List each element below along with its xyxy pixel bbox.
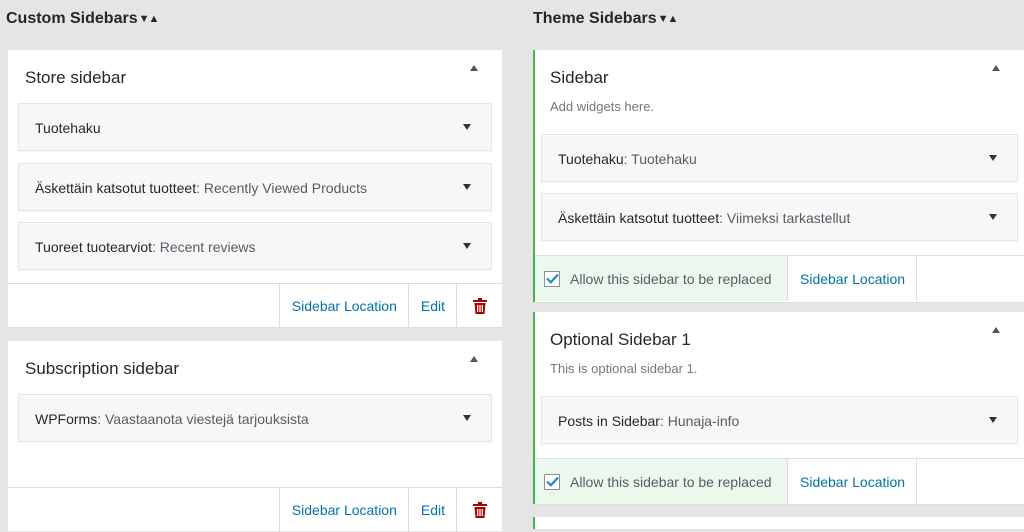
widget-name: Äskettäin katsotut tuotteet xyxy=(558,210,720,226)
allow-replace-option[interactable]: Allow this sidebar to be replaced xyxy=(535,256,788,301)
sidebar-panel-subscription: Subscription sidebar WPForms: Vaastaanot… xyxy=(8,341,502,532)
widget-toggle-arrow-icon[interactable] xyxy=(463,415,471,421)
trash-icon xyxy=(472,298,487,314)
allow-replace-option[interactable]: Allow this sidebar to be replaced xyxy=(535,459,788,504)
theme-sidebars-title: Theme Sidebars xyxy=(533,10,657,27)
widget-title: : Hunaja-info xyxy=(659,413,740,429)
sidebar-description: Add widgets here. xyxy=(550,99,655,114)
allow-replace-checkbox[interactable] xyxy=(544,270,560,287)
edit-link[interactable]: Edit xyxy=(407,284,456,328)
widget-name: Tuotehaku xyxy=(35,120,101,136)
sidebar-location-link[interactable]: Sidebar Location xyxy=(788,256,918,301)
edit-link[interactable]: Edit xyxy=(407,488,456,532)
widget-item[interactable]: Tuoreet tuotearviot: Recent reviews xyxy=(18,222,492,270)
widget-toggle-arrow-icon[interactable] xyxy=(463,243,471,249)
custom-sidebars-header[interactable]: Custom Sidebars ▼▲ xyxy=(6,0,502,38)
widget-title: : Tuotehaku xyxy=(623,151,697,167)
widget-name: Tuoreet tuotearviot xyxy=(35,239,152,255)
sidebar-panel-header[interactable]: Sidebar xyxy=(535,50,1024,102)
sidebar-title: Optional Sidebar 1 xyxy=(550,330,691,349)
widget-toggle-arrow-icon[interactable] xyxy=(989,155,997,161)
widget-toggle-arrow-icon[interactable] xyxy=(989,417,997,423)
custom-sidebars-column: Custom Sidebars ▼▲ Store sidebar Tuoteha… xyxy=(6,0,502,532)
sidebar-panel-header[interactable]: Optional Sidebar 1 xyxy=(535,312,1024,364)
sidebar-panel-footer: Sidebar Location Edit xyxy=(8,283,502,328)
delete-sidebar-button[interactable] xyxy=(456,284,502,328)
sidebar-title: Subscription sidebar xyxy=(25,359,180,378)
collapse-arrow-icon[interactable] xyxy=(470,65,478,71)
sidebar-panel-header[interactable]: Subscription sidebar xyxy=(8,341,502,393)
sidebar-description: This is optional sidebar 1. xyxy=(550,361,698,376)
widget-name: WPForms xyxy=(35,411,98,427)
widget-title: : Vaastaanota viestejä tarjouksista xyxy=(97,411,309,427)
sort-arrows-icon[interactable]: ▼▲ xyxy=(658,13,679,25)
widget-toggle-arrow-icon[interactable] xyxy=(463,124,471,130)
collapse-arrow-icon[interactable] xyxy=(992,327,1000,333)
theme-sidebar-panel-next xyxy=(533,517,1024,529)
theme-sidebar-footer: Allow this sidebar to be replaced Sideba… xyxy=(535,458,1024,504)
sidebar-location-link[interactable]: Sidebar Location xyxy=(278,488,408,532)
theme-sidebar-panel-sidebar: Sidebar Add widgets here. Tuotehaku: Tuo… xyxy=(533,50,1024,302)
theme-sidebars-header[interactable]: Theme Sidebars ▼▲ xyxy=(533,0,1024,38)
widget-item[interactable]: Posts in Sidebar: Hunaja-info xyxy=(541,396,1018,444)
allow-replace-label: Allow this sidebar to be replaced xyxy=(570,473,772,490)
widget-toggle-arrow-icon[interactable] xyxy=(989,214,997,220)
sidebar-location-link[interactable]: Sidebar Location xyxy=(788,459,918,504)
collapse-arrow-icon[interactable] xyxy=(992,65,1000,71)
widget-item[interactable]: Äskettäin katsotut tuotteet: Recently Vi… xyxy=(18,163,492,211)
widget-name: Posts in Sidebar xyxy=(558,413,660,429)
theme-sidebar-panel-optional-1: Optional Sidebar 1 This is optional side… xyxy=(533,312,1024,504)
checkmark-icon xyxy=(545,273,559,284)
sidebar-panel-header[interactable]: Store sidebar xyxy=(8,50,502,102)
widget-title: : Viimeksi tarkastellut xyxy=(719,210,851,226)
collapse-arrow-icon[interactable] xyxy=(470,356,478,362)
widget-item[interactable]: Äskettäin katsotut tuotteet: Viimeksi ta… xyxy=(541,193,1018,241)
sort-arrows-icon[interactable]: ▼▲ xyxy=(139,13,160,25)
widget-toggle-arrow-icon[interactable] xyxy=(463,184,471,190)
widget-item[interactable]: WPForms: Vaastaanota viestejä tarjouksis… xyxy=(18,394,492,442)
widget-title: : Recently Viewed Products xyxy=(196,180,368,196)
widget-item[interactable]: Tuotehaku: Tuotehaku xyxy=(541,134,1018,182)
theme-sidebars-column: Theme Sidebars ▼▲ Sidebar Add widgets he… xyxy=(533,0,1024,529)
sidebar-panel-footer: Sidebar Location Edit xyxy=(8,487,502,532)
sidebar-title: Sidebar xyxy=(550,68,609,87)
sidebar-title: Store sidebar xyxy=(25,68,127,87)
allow-replace-label: Allow this sidebar to be replaced xyxy=(570,270,772,287)
widget-title: : Recent reviews xyxy=(152,239,256,255)
delete-sidebar-button[interactable] xyxy=(456,488,502,532)
custom-sidebars-title: Custom Sidebars xyxy=(6,10,138,27)
checkmark-icon xyxy=(545,476,559,487)
sidebar-location-link[interactable]: Sidebar Location xyxy=(278,284,408,328)
widget-name: Tuotehaku xyxy=(558,151,624,167)
trash-icon xyxy=(472,502,487,518)
widget-name: Äskettäin katsotut tuotteet xyxy=(35,180,197,196)
widget-item[interactable]: Tuotehaku xyxy=(18,103,492,151)
sidebar-panel-store: Store sidebar Tuotehaku Äskettäin katsot… xyxy=(8,50,502,328)
theme-sidebar-footer: Allow this sidebar to be replaced Sideba… xyxy=(535,255,1024,301)
allow-replace-checkbox[interactable] xyxy=(544,473,560,490)
